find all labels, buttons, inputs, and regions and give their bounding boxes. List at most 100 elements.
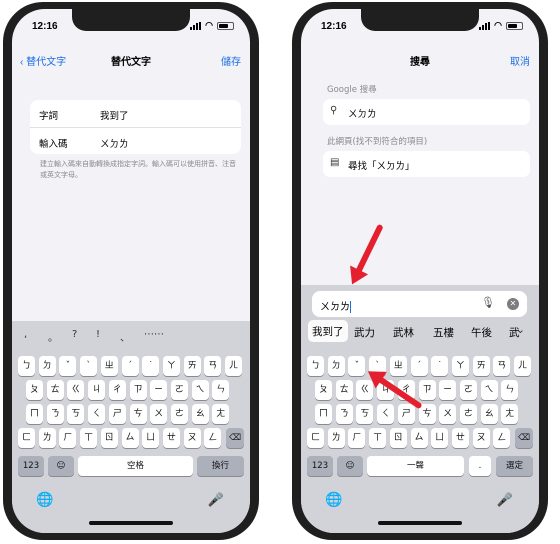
key-ㄚ[interactable]: ㄚ (162, 356, 180, 376)
punctuation-key[interactable]: ! (96, 329, 100, 340)
numbers-key[interactable]: 123 (307, 456, 333, 476)
chevron-down-icon[interactable]: ⌄ (516, 323, 525, 336)
key-ㄩ[interactable]: ㄩ (142, 428, 160, 448)
key-˙[interactable]: ˙ (142, 356, 160, 376)
emoji-key[interactable]: ☺ (48, 456, 74, 476)
key-ㄅ[interactable]: ㄅ (18, 356, 35, 376)
key-ㄗ[interactable]: ㄗ (418, 380, 436, 400)
key-ㄥ[interactable]: ㄥ (493, 428, 511, 448)
key-ㄞ[interactable]: ㄞ (183, 356, 201, 376)
key-ˊ[interactable]: ˊ (410, 356, 428, 376)
delete-key[interactable]: ⌫ (515, 428, 533, 448)
key-ㄧ[interactable]: ㄧ (439, 380, 457, 400)
phrase-row[interactable]: 字詞 我到了 (30, 100, 241, 127)
key-ㄠ[interactable]: ㄠ (480, 404, 498, 424)
key-ㄅ[interactable]: ㄅ (307, 356, 324, 376)
key-ㄥ[interactable]: ㄥ (204, 428, 222, 448)
globe-icon[interactable]: 🌐 (325, 492, 342, 508)
key-ㄈ[interactable]: ㄈ (307, 428, 324, 448)
key-ㄙ[interactable]: ㄙ (121, 428, 139, 448)
key-ㄣ[interactable]: ㄣ (212, 380, 230, 400)
key-ˇ[interactable]: ˇ (348, 356, 366, 376)
key-ㄙ[interactable]: ㄙ (410, 428, 428, 448)
key-ㄡ[interactable]: ㄡ (472, 428, 490, 448)
key-ˋ[interactable]: ˋ (80, 356, 98, 376)
key-ㄘ[interactable]: ㄘ (129, 404, 147, 424)
delete-key[interactable]: ⌫ (226, 428, 244, 448)
key-ㄢ[interactable]: ㄢ (204, 356, 222, 376)
key-ㄋ[interactable]: ㄋ (46, 404, 64, 424)
clear-icon[interactable]: ✕ (507, 298, 519, 310)
key-ㄤ[interactable]: ㄤ (212, 404, 230, 424)
key-ㄖ[interactable]: ㄖ (389, 428, 407, 448)
search-bar[interactable]: ㄨㄉㄌ 🎙 ✕ (312, 291, 527, 317)
key-ㄗ[interactable]: ㄗ (129, 380, 147, 400)
key-ㄉ[interactable]: ㄉ (38, 356, 56, 376)
emoji-key[interactable]: ☺ (337, 456, 363, 476)
key-ㄕ[interactable]: ㄕ (397, 404, 415, 424)
key-ㄣ[interactable]: ㄣ (501, 380, 519, 400)
key-ㄢ[interactable]: ㄢ (493, 356, 511, 376)
key-ㄞ[interactable]: ㄞ (472, 356, 490, 376)
key-ㄠ[interactable]: ㄠ (191, 404, 209, 424)
return-key[interactable]: 選定 (496, 456, 533, 476)
key-ㄖ[interactable]: ㄖ (100, 428, 118, 448)
numbers-key[interactable]: 123 (18, 456, 44, 476)
key-ㄈ[interactable]: ㄈ (18, 428, 35, 448)
key-ㄔ[interactable]: ㄔ (108, 380, 126, 400)
key-ㄋ[interactable]: ㄋ (335, 404, 353, 424)
key-ㄌ[interactable]: ㄌ (38, 428, 56, 448)
key-ㄌ[interactable]: ㄌ (327, 428, 345, 448)
find-on-page-result[interactable]: ▤ 尋找「ㄨㄉㄌ」 (323, 151, 530, 177)
key-ㄆ[interactable]: ㄆ (315, 380, 332, 400)
key-ㄊ[interactable]: ㄊ (335, 380, 353, 400)
punctuation-key[interactable]: , (24, 329, 27, 340)
shortcut-row[interactable]: 輸入碼 ㄨㄉㄌ (30, 127, 241, 154)
space-key[interactable]: 一聲 (367, 456, 464, 476)
key-ㄝ[interactable]: ㄝ (162, 428, 180, 448)
search-input[interactable]: ㄨㄉㄌ (320, 298, 351, 313)
key-˙[interactable]: ˙ (431, 356, 449, 376)
google-search-result[interactable]: ⚲ ㄨㄉㄌ (323, 99, 530, 125)
space-key[interactable]: 空格 (78, 456, 193, 476)
key-ㄕ[interactable]: ㄕ (108, 404, 126, 424)
punctuation-key[interactable]: 、 (120, 329, 130, 344)
candidate[interactable]: 武林 (393, 325, 414, 340)
key-ㄜ[interactable]: ㄜ (170, 404, 188, 424)
key-ㄊ[interactable]: ㄊ (46, 380, 64, 400)
key-ㄎ[interactable]: ㄎ (67, 404, 85, 424)
microphone-icon[interactable]: 🎤 (497, 493, 513, 508)
key-ㄇ[interactable]: ㄇ (315, 404, 332, 424)
key-ㄑ[interactable]: ㄑ (377, 404, 395, 424)
cancel-button[interactable]: 取消 (510, 53, 530, 68)
key-ㄓ[interactable]: ㄓ (389, 356, 407, 376)
key-ㄏ[interactable]: ㄏ (348, 428, 366, 448)
globe-icon[interactable]: 🌐 (36, 492, 53, 508)
punctuation-key[interactable]: ? (72, 329, 77, 340)
return-key[interactable]: 換行 (197, 456, 244, 476)
period-key[interactable]: . (469, 456, 491, 476)
key-ㄆ[interactable]: ㄆ (26, 380, 43, 400)
key-ㄦ[interactable]: ㄦ (225, 356, 242, 376)
key-ㄑ[interactable]: ㄑ (88, 404, 106, 424)
key-ㄛ[interactable]: ㄛ (170, 380, 188, 400)
key-ㄦ[interactable]: ㄦ (514, 356, 531, 376)
candidate-selected[interactable]: 我到了 (308, 320, 348, 342)
candidate[interactable]: 午後 (471, 325, 492, 340)
key-ㄟ[interactable]: ㄟ (191, 380, 209, 400)
punctuation-key[interactable]: ⋯⋯ (144, 329, 164, 340)
key-ㄩ[interactable]: ㄩ (431, 428, 449, 448)
key-ㄤ[interactable]: ㄤ (501, 404, 519, 424)
key-ㄨ[interactable]: ㄨ (439, 404, 457, 424)
key-ㄍ[interactable]: ㄍ (67, 380, 85, 400)
shortcut-field[interactable]: ㄨㄉㄌ (100, 136, 129, 150)
key-ㄒ[interactable]: ㄒ (369, 428, 387, 448)
key-ㄇ[interactable]: ㄇ (26, 404, 43, 424)
candidate[interactable]: 五樓 (433, 325, 454, 340)
key-ㄐ[interactable]: ㄐ (88, 380, 106, 400)
key-ㄘ[interactable]: ㄘ (418, 404, 436, 424)
microphone-icon[interactable]: 🎤 (208, 493, 224, 508)
key-ㄉ[interactable]: ㄉ (327, 356, 345, 376)
key-ㄟ[interactable]: ㄟ (480, 380, 498, 400)
key-ˇ[interactable]: ˇ (59, 356, 77, 376)
